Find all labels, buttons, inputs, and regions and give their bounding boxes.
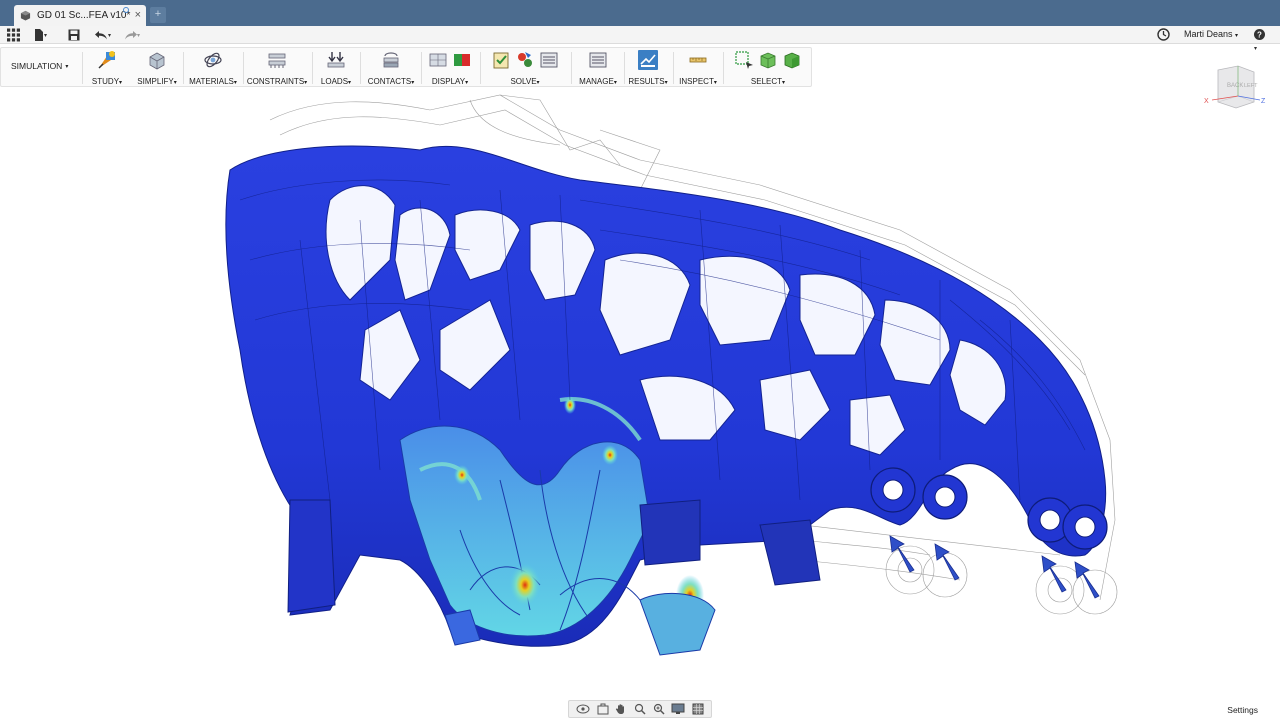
user-name: Marti Deans [1183, 29, 1233, 39]
workspace-switcher[interactable]: SIMULATION ▾ [11, 61, 68, 71]
contacts-group[interactable]: CONTACTS▾ [364, 50, 418, 86]
undo-icon [95, 31, 107, 40]
svg-text:?: ? [1257, 31, 1262, 40]
manage-group[interactable]: MANAGE▾ [575, 50, 621, 86]
measure-icon [689, 57, 707, 63]
viewcube-left-face: LEFT [1244, 83, 1258, 89]
select-group[interactable]: SELECT▾ [726, 50, 810, 86]
document-tab[interactable]: GD 01 Sc...FEA v10* × [14, 5, 146, 26]
canvas-viewport[interactable]: BACK LEFT X Z [0, 65, 1280, 698]
materials-icon [204, 52, 222, 68]
contacts-icon [383, 52, 399, 68]
navigation-bar [568, 700, 712, 718]
workspace-label: SIMULATION [11, 61, 63, 71]
body-select-icon [760, 52, 776, 69]
study-icon [98, 51, 115, 69]
settings-link[interactable]: Settings [1227, 705, 1258, 715]
ribbon-divider [673, 52, 674, 84]
simplify-group[interactable]: SIMPLIFY▾ [135, 50, 179, 86]
app-grid-icon[interactable] [7, 28, 20, 42]
ribbon-divider [480, 52, 481, 84]
solve-details-icon [540, 52, 558, 68]
ribbon-divider [360, 52, 361, 84]
orbit-icon[interactable] [576, 703, 590, 715]
job-status-clock-icon[interactable] [1157, 28, 1170, 41]
zoom-window-icon[interactable] [653, 703, 665, 715]
close-tab-button[interactable]: × [135, 9, 141, 21]
viewcube[interactable]: BACK LEFT X Z [1200, 62, 1270, 112]
look-at-icon[interactable] [597, 703, 609, 715]
fusion-app-window: GD 01 Sc...FEA v10* × + ▾ ▾ ▾ Marti Dean… [0, 0, 1280, 720]
face-select-icon [784, 52, 800, 69]
study-group[interactable]: STUDY▾ [87, 50, 127, 86]
inspect-label: INSPECT [679, 77, 714, 86]
results-label: RESULTS [628, 77, 665, 86]
constraints-label: CONSTRAINTS [246, 77, 305, 86]
window-select-icon [735, 51, 753, 69]
manage-label: MANAGE [579, 77, 614, 86]
materials-group[interactable]: MATERIALS▾ [187, 50, 239, 86]
results-group[interactable]: RESULTS▾ [627, 50, 669, 86]
display-results-icon [454, 54, 470, 66]
redo-icon [125, 31, 137, 40]
bracket-body [225, 145, 1108, 656]
ribbon-divider [624, 52, 625, 84]
ribbon-divider [82, 52, 83, 84]
grid-icon[interactable] [692, 703, 704, 715]
loads-label: LOADS [320, 77, 349, 86]
help-menu-button[interactable]: ? ▾ [1254, 29, 1268, 52]
ribbon-divider [723, 52, 724, 84]
viewcube-z-axis: Z [1261, 98, 1266, 105]
zoom-icon[interactable] [634, 703, 646, 715]
document-cube-icon [20, 10, 31, 21]
contacts-label: CONTACTS [367, 77, 412, 86]
results-icon [638, 50, 658, 70]
manage-icon [589, 52, 607, 68]
new-tab-button[interactable]: + [150, 7, 166, 23]
solve-group[interactable]: SOLVE▾ [483, 50, 567, 86]
pan-icon[interactable] [615, 703, 627, 715]
display-mesh-icon [429, 53, 447, 67]
unsaved-indicator-icon [123, 7, 129, 13]
simplify-label: SIMPLIFY [137, 77, 174, 86]
ribbon-divider [571, 52, 572, 84]
loads-icon [327, 52, 345, 68]
viewcube-x-axis: X [1204, 98, 1209, 105]
ribbon-divider [421, 52, 422, 84]
help-icon: ? [1254, 29, 1265, 40]
file-icon [35, 29, 43, 41]
document-tab-title: GD 01 Sc...FEA v10* [37, 10, 131, 21]
undo-button[interactable]: ▾ [95, 28, 111, 42]
title-bar: GD 01 Sc...FEA v10* × + [0, 0, 1280, 26]
viewcube-back-face: BACK [1227, 83, 1243, 89]
display-group[interactable]: DISPLAY▾ [424, 50, 476, 86]
save-icon[interactable] [68, 28, 80, 42]
constraints-icon [268, 53, 286, 68]
pre-check-icon [493, 52, 509, 69]
ribbon-divider [183, 52, 184, 84]
ribbon-toolbar: SIMULATION ▾ STUDY▾ SIMPLIFY▾ MATERIALS▾… [0, 47, 812, 87]
stress-result-model[interactable] [0, 88, 1280, 698]
display-label: DISPLAY [431, 77, 466, 86]
select-label: SELECT [750, 77, 783, 86]
loads-group[interactable]: LOADS▾ [316, 50, 356, 86]
display-settings-icon[interactable] [671, 703, 685, 715]
inspect-group[interactable]: INSPECT▾ [676, 50, 720, 86]
constraints-group[interactable]: CONSTRAINTS▾ [246, 50, 308, 86]
ribbon-divider [243, 52, 244, 84]
materials-label: MATERIALS [189, 77, 234, 86]
ribbon-divider [312, 52, 313, 84]
redo-button[interactable]: ▾ [124, 28, 140, 42]
user-account-menu[interactable]: Marti Deans ▾ [1184, 29, 1238, 39]
simplify-icon [149, 52, 165, 70]
file-menu-button[interactable]: ▾ [34, 28, 47, 42]
solve-label: SOLVE [510, 77, 537, 86]
study-label: STUDY [91, 77, 120, 86]
quick-access-bar: ▾ ▾ ▾ Marti Deans ▾ ? ▾ [0, 26, 1280, 52]
solve-icon [518, 52, 532, 67]
